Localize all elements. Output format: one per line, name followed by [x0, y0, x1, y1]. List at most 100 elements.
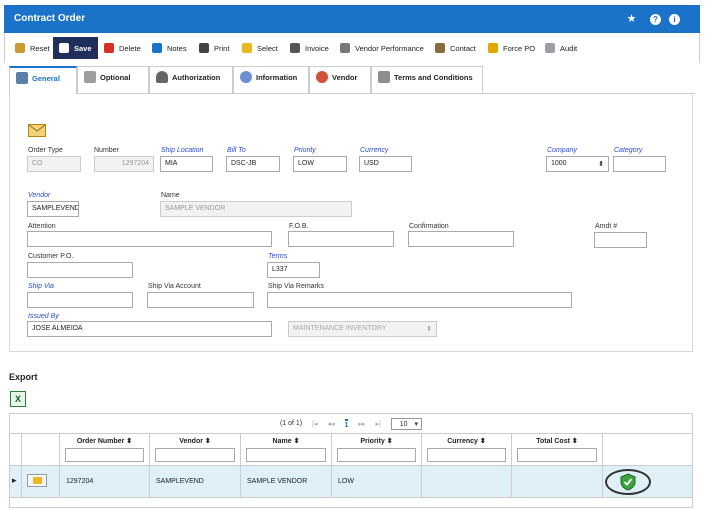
force-po-button[interactable]: Force PO — [488, 41, 535, 55]
notes-button[interactable]: Notes — [152, 41, 187, 55]
row-expand-icon[interactable]: ▸ — [10, 466, 22, 498]
tab-authorization[interactable]: Authorization — [149, 66, 233, 93]
delete-icon — [104, 43, 114, 53]
category-field[interactable] — [613, 156, 666, 172]
next-page-icon[interactable]: ▸▸ — [358, 420, 365, 428]
help-icon[interactable]: ? — [650, 14, 661, 25]
page-number[interactable]: 1 — [344, 418, 349, 429]
priority-label[interactable]: Priority — [294, 147, 316, 154]
sort-icon[interactable]: ⬍ — [205, 438, 211, 445]
contact-button[interactable]: Contact — [435, 41, 476, 55]
select-icon — [242, 43, 252, 53]
sort-icon[interactable]: ⬍ — [480, 438, 486, 445]
vendor-performance-button[interactable]: Vendor Performance — [340, 41, 424, 55]
audit-button[interactable]: Audit — [545, 41, 577, 55]
row-select-button[interactable] — [27, 474, 47, 487]
sort-icon[interactable]: ⬍ — [387, 438, 393, 445]
bill-to-label[interactable]: Bill To — [227, 147, 246, 154]
invoice-icon — [290, 43, 300, 53]
tab-general[interactable]: General — [9, 66, 77, 95]
column-priority[interactable]: Priority ⬍ — [332, 434, 422, 466]
ship-via-label[interactable]: Ship Via — [28, 283, 54, 290]
terms-label[interactable]: Terms — [268, 253, 287, 260]
vendor-tab-icon — [316, 71, 328, 83]
company-label[interactable]: Company — [547, 147, 577, 154]
shield-check-icon[interactable] — [620, 473, 636, 491]
vendor-label[interactable]: Vendor — [28, 192, 50, 199]
order-number-filter[interactable] — [65, 448, 144, 462]
column-total-cost[interactable]: Total Cost ⬍ — [512, 434, 603, 466]
vendor-performance-icon — [340, 43, 350, 53]
cell-currency — [422, 466, 512, 498]
priority-field[interactable]: LOW — [293, 156, 347, 172]
print-icon — [199, 43, 209, 53]
issued-by-field[interactable]: JOSE ALMEIDA — [27, 321, 272, 337]
customer-po-label: Customer P.O. — [28, 253, 74, 260]
currency-filter[interactable] — [427, 448, 506, 462]
select-button[interactable]: Select — [242, 41, 278, 55]
column-order-number[interactable]: Order Number ⬍ — [60, 434, 150, 466]
ship-via-remarks-field[interactable] — [267, 292, 572, 308]
vendor-field[interactable]: SAMPLEVEND — [27, 201, 79, 217]
bill-to-field[interactable]: DSC-JB — [226, 156, 280, 172]
vendor-performance-label: Vendor Performance — [355, 43, 424, 53]
page-size-select[interactable]: 10 ▾ — [390, 417, 423, 430]
tab-terms-and-conditions[interactable]: Terms and Conditions — [371, 66, 483, 93]
star-icon[interactable]: ★ — [626, 14, 637, 25]
table-row[interactable]: ▸ 1297204 SAMPLEVEND SAMPLE VENDOR LOW — [10, 466, 692, 498]
column-currency[interactable]: Currency ⬍ — [422, 434, 512, 466]
currency-label[interactable]: Currency — [360, 147, 388, 154]
general-form-panel: Order Type CO Number 1297204 Ship Locati… — [9, 94, 693, 352]
confirmation-field[interactable] — [408, 231, 514, 247]
window-title: Contract Order — [14, 13, 86, 24]
prev-page-icon[interactable]: ◂◂ — [327, 420, 334, 428]
number-label: Number — [94, 147, 119, 154]
tab-vendor[interactable]: Vendor — [309, 66, 371, 93]
currency-field[interactable]: USD — [359, 156, 412, 172]
first-page-icon[interactable]: |◂ — [312, 420, 317, 428]
sort-icon[interactable]: ⬍ — [126, 438, 132, 445]
tab-information[interactable]: Information — [233, 66, 309, 93]
delete-button[interactable]: Delete — [104, 41, 141, 55]
optional-tab-icon — [84, 71, 96, 83]
issued-by-label[interactable]: Issued By — [28, 313, 59, 320]
tab-information-label: Information — [256, 73, 298, 82]
terms-field[interactable]: L337 — [267, 262, 320, 278]
name-filter[interactable] — [246, 448, 326, 462]
fob-field[interactable] — [288, 231, 394, 247]
priority-filter[interactable] — [337, 448, 416, 462]
title-bar: Contract Order ★ ? i — [4, 5, 700, 33]
ship-via-field[interactable] — [27, 292, 133, 308]
envelope-icon[interactable] — [28, 124, 46, 137]
column-name[interactable]: Name ⬍ — [241, 434, 332, 466]
amdt-field[interactable] — [594, 232, 647, 248]
category-label[interactable]: Category — [614, 147, 642, 154]
cell-name: SAMPLE VENDOR — [241, 466, 332, 498]
last-page-icon[interactable]: ▸| — [375, 420, 380, 428]
vendor-filter[interactable] — [155, 448, 235, 462]
inventory-value: MAINTENANCE INVENTORY — [293, 325, 387, 332]
ship-location-field[interactable]: MIA — [160, 156, 213, 172]
ship-via-account-field[interactable] — [147, 292, 254, 308]
cell-status — [603, 466, 692, 498]
customer-po-field[interactable] — [27, 262, 133, 278]
print-button[interactable]: Print — [199, 41, 229, 55]
column-name-label: Name — [272, 438, 292, 445]
sort-icon[interactable]: ⬍ — [294, 438, 300, 445]
company-select[interactable]: 1000 ⬍ — [546, 156, 609, 172]
total-cost-filter[interactable] — [517, 448, 597, 462]
info-icon[interactable]: i — [669, 14, 680, 25]
column-vendor[interactable]: Vendor ⬍ — [150, 434, 241, 466]
save-button[interactable]: Save — [53, 37, 98, 59]
sort-icon[interactable]: ⬍ — [572, 438, 578, 445]
invoice-button[interactable]: Invoice — [290, 41, 329, 55]
save-label: Save — [74, 43, 92, 53]
attention-field[interactable] — [27, 231, 272, 247]
excel-export-icon[interactable]: X — [10, 391, 26, 407]
select-icon — [33, 477, 42, 484]
tab-optional[interactable]: Optional — [77, 66, 149, 93]
reset-button[interactable]: Reset — [15, 41, 50, 55]
ship-location-label[interactable]: Ship Location — [161, 147, 203, 154]
notes-icon — [152, 43, 162, 53]
status-column-header — [603, 434, 692, 466]
